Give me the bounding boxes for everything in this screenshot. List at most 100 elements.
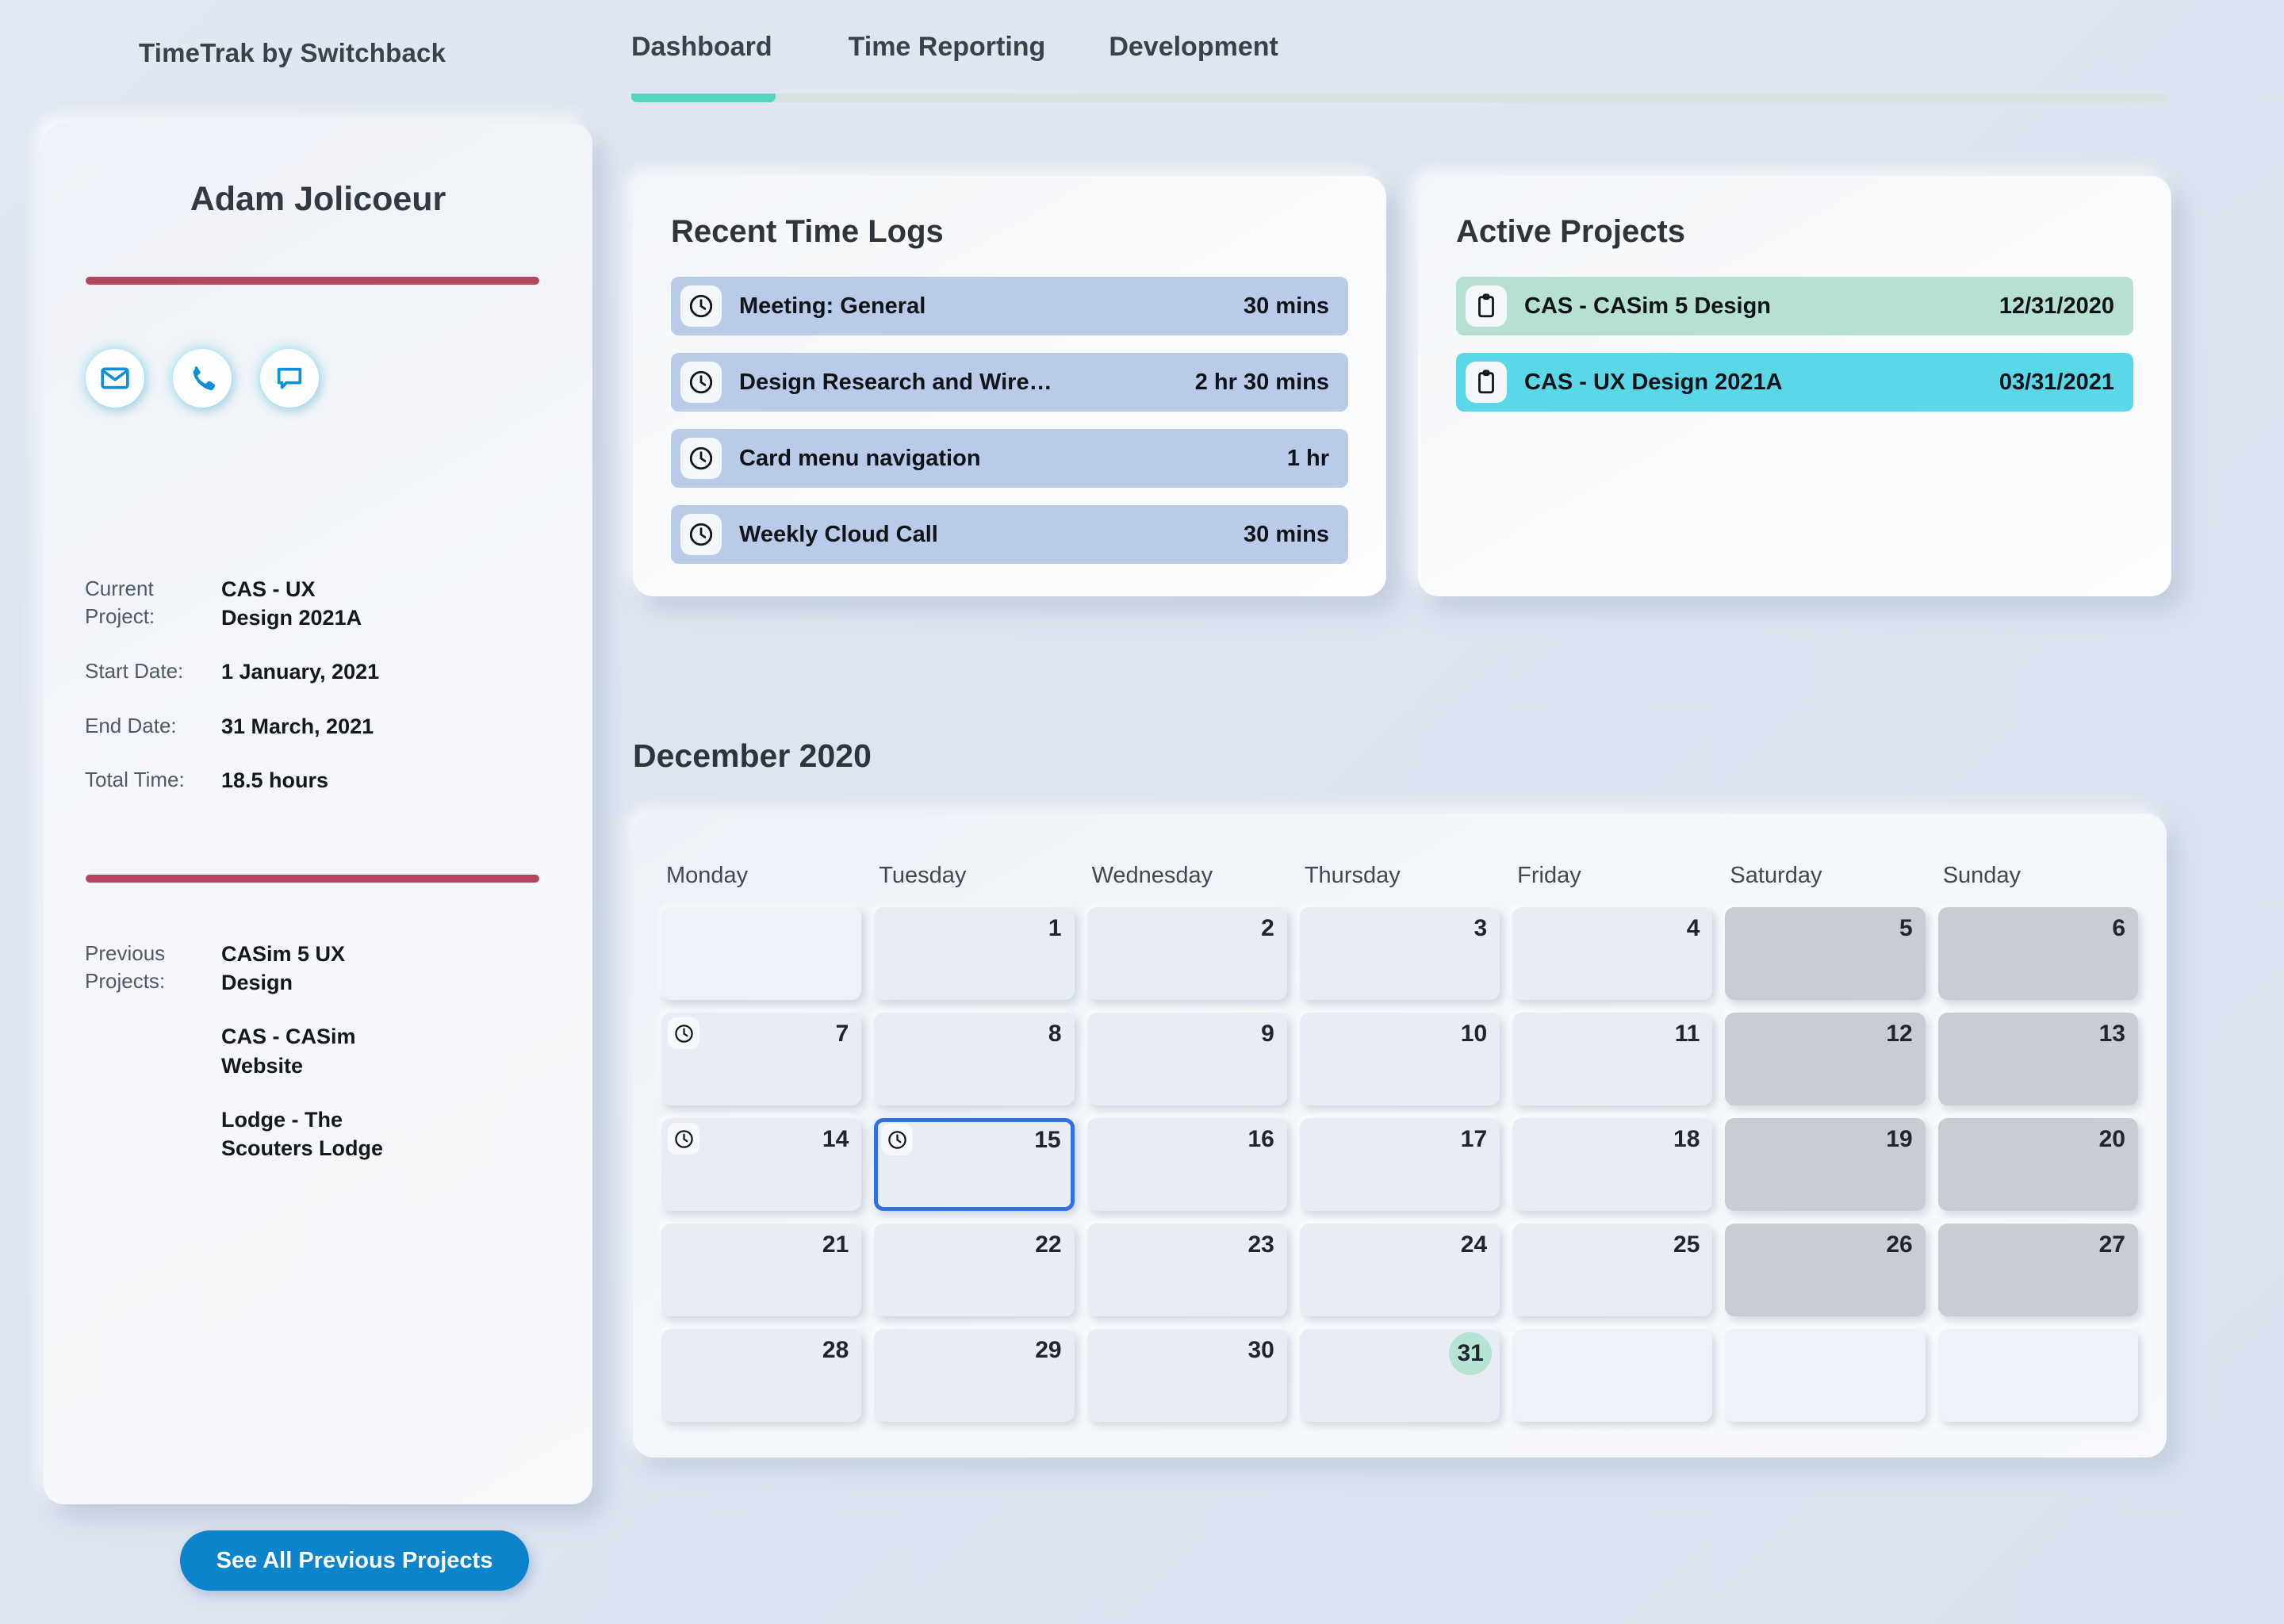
calendar-cell-20[interactable]: 20 xyxy=(1937,1118,2138,1211)
day-header-wednesday: Wednesday xyxy=(1091,863,1213,888)
previous-projects-label: Previous Projects: xyxy=(85,941,166,993)
list-item[interactable]: Design Research and Wire… 2 hr 30 mins xyxy=(671,353,1348,412)
calendar-day-number: 7 xyxy=(835,1021,849,1047)
calendar-cell-9[interactable]: 9 xyxy=(1086,1013,1287,1105)
calendar-cell-27[interactable]: 27 xyxy=(1937,1224,2138,1316)
profile-sidebar-card: Adam Jolicoeur Current Project: CAS - UX… xyxy=(44,123,592,1591)
calendar-day-number: 26 xyxy=(1886,1231,1913,1258)
detail-row-start-date: Start Date: 1 January, 2021 xyxy=(85,657,561,686)
calendar-cell-empty xyxy=(1512,1329,1713,1422)
list-item[interactable]: CAS - CASim 5 Design 12/31/2020 xyxy=(1456,277,2133,335)
list-item[interactable]: CAS - CASim Website xyxy=(221,1022,396,1079)
active-projects-title: Active Projects xyxy=(1456,214,1686,249)
calendar-day-number: 13 xyxy=(2098,1021,2125,1047)
day-header-saturday: Saturday xyxy=(1730,863,1822,888)
day-header-friday: Friday xyxy=(1517,863,1581,888)
calendar-cell-31[interactable]: 31 xyxy=(1299,1329,1500,1422)
calendar-cell-26[interactable]: 26 xyxy=(1725,1224,1926,1316)
calendar-cell-12[interactable]: 12 xyxy=(1725,1013,1926,1105)
see-all-previous-projects-button[interactable]: See All Previous Projects xyxy=(180,1530,529,1591)
calendar-cell-24[interactable]: 24 xyxy=(1299,1224,1500,1316)
detail-value: 18.5 hours xyxy=(221,768,329,792)
clipboard-icon xyxy=(1466,285,1507,327)
calendar-day-number: 15 xyxy=(1034,1127,1061,1153)
calendar-cell-23[interactable]: 23 xyxy=(1086,1224,1287,1316)
time-log-label: Weekly Cloud Call xyxy=(739,521,938,547)
calendar-cell-18[interactable]: 18 xyxy=(1512,1118,1713,1211)
email-button[interactable] xyxy=(86,349,144,408)
clock-icon xyxy=(881,1124,914,1155)
active-projects-card: Active Projects CAS - CASim 5 Design 12/… xyxy=(1418,176,2171,596)
calendar-cell-22[interactable]: 22 xyxy=(874,1224,1075,1316)
calendar-day-number: 21 xyxy=(822,1231,849,1258)
divider-top xyxy=(86,277,539,285)
calendar-cell-29[interactable]: 29 xyxy=(874,1329,1075,1422)
chat-button[interactable] xyxy=(260,349,319,408)
detail-row-end-date: End Date: 31 March, 2021 xyxy=(85,712,561,741)
calendar-cell-empty xyxy=(661,907,862,1000)
calendar-cell-13[interactable]: 13 xyxy=(1937,1013,2138,1105)
calendar-cell-19[interactable]: 19 xyxy=(1725,1118,1926,1211)
calendar-day-number: 3 xyxy=(1473,915,1488,941)
calendar-cell-4[interactable]: 4 xyxy=(1512,907,1713,1000)
calendar-cell-25[interactable]: 25 xyxy=(1512,1224,1713,1316)
calendar-cell-6[interactable]: 6 xyxy=(1937,907,2138,1000)
tab-development[interactable]: Development xyxy=(1109,32,1278,80)
previous-projects-list: CASim 5 UX Design CAS - CASim Website Lo… xyxy=(221,940,561,1188)
calendar-day-number: 8 xyxy=(1048,1021,1062,1047)
list-item[interactable]: Weekly Cloud Call 30 mins xyxy=(671,505,1348,564)
calendar-day-number: 16 xyxy=(1247,1126,1274,1152)
list-item[interactable]: CASim 5 UX Design xyxy=(221,940,396,997)
calendar-cell-5[interactable]: 5 xyxy=(1725,907,1926,1000)
detail-label: Start Date: xyxy=(85,659,184,684)
list-item[interactable]: Meeting: General 30 mins xyxy=(671,277,1348,335)
project-label: CAS - CASim 5 Design xyxy=(1524,293,1771,319)
calendar-cell-14[interactable]: 14 xyxy=(661,1118,862,1211)
calendar-cell-30[interactable]: 30 xyxy=(1086,1329,1287,1422)
calendar-panel: Monday Tuesday Wednesday Thursday Friday… xyxy=(633,814,2167,1457)
calendar-cell-2[interactable]: 2 xyxy=(1086,907,1287,1000)
clock-icon xyxy=(680,285,722,327)
active-projects-list: CAS - CASim 5 Design 12/31/2020 CAS - UX… xyxy=(1456,277,2133,429)
day-header-sunday: Sunday xyxy=(1942,863,2021,888)
calendar-day-number: 23 xyxy=(1247,1231,1274,1258)
chat-icon xyxy=(274,362,305,394)
project-date: 03/31/2021 xyxy=(1998,369,2114,395)
list-item[interactable]: Card menu navigation 1 hr xyxy=(671,429,1348,488)
recent-time-logs-card: Recent Time Logs Meeting: General 30 min… xyxy=(633,176,1386,596)
clock-icon xyxy=(680,362,722,403)
calendar-day-number: 25 xyxy=(1673,1231,1700,1258)
phone-icon xyxy=(186,362,218,394)
list-item[interactable]: CAS - UX Design 2021A 03/31/2021 xyxy=(1456,353,2133,412)
calendar-cell-8[interactable]: 8 xyxy=(874,1013,1075,1105)
detail-value: CAS - UX Design 2021A xyxy=(221,577,362,630)
tab-time-reporting[interactable]: Time Reporting xyxy=(849,32,1046,80)
project-label: CAS - UX Design 2021A xyxy=(1524,369,1783,395)
calendar-cell-10[interactable]: 10 xyxy=(1299,1013,1500,1105)
time-log-list: Meeting: General 30 mins Design Research… xyxy=(671,277,1348,581)
calendar-cell-15[interactable]: 15 xyxy=(874,1118,1075,1211)
calendar-cell-7[interactable]: 7 xyxy=(661,1013,862,1105)
time-log-label: Design Research and Wire… xyxy=(739,369,1052,395)
calendar-cell-empty xyxy=(1725,1329,1926,1422)
calendar-cell-1[interactable]: 1 xyxy=(874,907,1075,1000)
calendar-cell-16[interactable]: 16 xyxy=(1086,1118,1287,1211)
calendar-day-number: 10 xyxy=(1460,1021,1488,1047)
calendar-cell-28[interactable]: 28 xyxy=(661,1329,862,1422)
calendar-cell-17[interactable]: 17 xyxy=(1299,1118,1500,1211)
calendar-cell-21[interactable]: 21 xyxy=(661,1224,862,1316)
list-item[interactable]: Lodge - The Scouters Lodge xyxy=(221,1105,396,1162)
top-bar: TimeTrak by Switchback Dashboard Time Re… xyxy=(0,0,2284,103)
calendar-day-number: 9 xyxy=(1261,1021,1274,1047)
previous-projects-section: Previous Projects: CASim 5 UX Design CAS… xyxy=(85,940,561,1188)
calendar-day-number: 27 xyxy=(2098,1231,2125,1258)
app-brand-title: TimeTrak by Switchback xyxy=(139,38,446,67)
calendar-day-number: 5 xyxy=(1899,915,1913,941)
divider-bottom xyxy=(86,875,539,883)
detail-value: 1 January, 2021 xyxy=(221,660,380,684)
calendar-cell-3[interactable]: 3 xyxy=(1299,907,1500,1000)
tab-dashboard[interactable]: Dashboard xyxy=(631,32,772,80)
profile-name: Adam Jolicoeur xyxy=(190,180,446,218)
calendar-cell-11[interactable]: 11 xyxy=(1512,1013,1713,1105)
phone-button[interactable] xyxy=(173,349,232,408)
